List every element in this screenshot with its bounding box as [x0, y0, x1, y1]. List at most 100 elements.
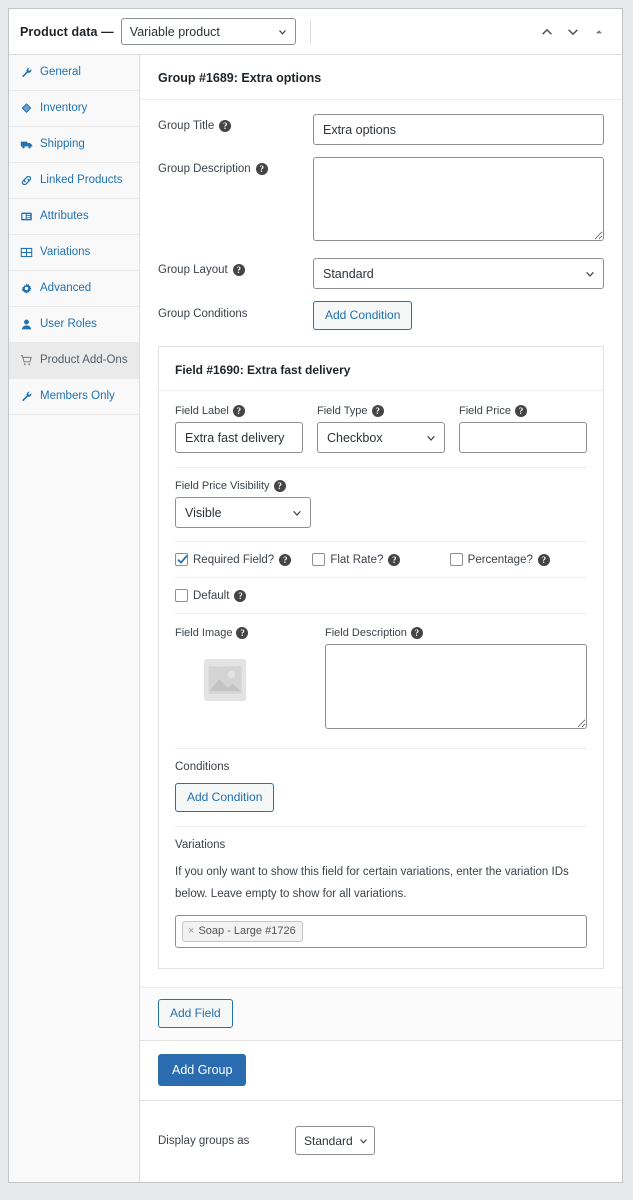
field-price-visibility-caption-wrap: Field Price Visibility ?	[175, 480, 311, 492]
required-field-checkbox-item[interactable]: Required Field? ?	[175, 553, 312, 566]
help-tip-icon[interactable]: ?	[514, 405, 527, 417]
cart-icon	[20, 355, 32, 366]
field-default-row: Default ?	[175, 578, 587, 614]
help-tip-icon[interactable]: ?	[236, 627, 249, 639]
remove-tag-icon[interactable]: ×	[188, 924, 194, 938]
field-description-col: Field Description ?	[325, 627, 587, 734]
default-checkbox[interactable]	[175, 589, 188, 602]
field-price-caption-wrap: Field Price ?	[459, 405, 587, 417]
sidebar-item-shipping[interactable]: Shipping	[9, 127, 139, 163]
sidebar-item-advanced[interactable]: Advanced	[9, 271, 139, 307]
sidebar-item-linked-products[interactable]: Linked Products	[9, 163, 139, 199]
group-conditions-label: Group Conditions	[158, 308, 248, 320]
percentage-checkbox[interactable]	[449, 553, 463, 566]
group-layout-select[interactable]: Standard	[313, 258, 604, 289]
sidebar-link-product-add-ons[interactable]: Product Add-Ons	[9, 343, 139, 378]
sidebar-link-members-only[interactable]: Members Only	[9, 379, 139, 414]
sidebar-link-attributes[interactable]: Attributes	[9, 199, 139, 234]
sidebar-item-label: Shipping	[40, 138, 85, 150]
help-tip-icon[interactable]: ?	[279, 553, 292, 566]
required-field-checkbox[interactable]	[175, 553, 188, 566]
group-title-row: Group Title ?	[158, 114, 604, 145]
sidebar-link-variations[interactable]: Variations	[9, 235, 139, 270]
sidebar-link-user-roles[interactable]: User Roles	[9, 307, 139, 342]
check-icon	[177, 555, 188, 564]
flat-rate-label: Flat Rate?	[330, 553, 384, 566]
help-tip-icon[interactable]: ?	[234, 589, 247, 602]
attributes-icon	[21, 212, 32, 221]
product-type-select[interactable]: Variable product	[120, 18, 296, 45]
sidebar-link-advanced[interactable]: Advanced	[9, 271, 139, 306]
help-tip-icon[interactable]: ?	[273, 480, 286, 492]
link-icon	[21, 175, 32, 186]
field-label-input[interactable]	[175, 422, 303, 453]
user-icon	[21, 319, 32, 330]
help-tip-icon[interactable]: ?	[255, 163, 268, 175]
sidebar-item-attributes[interactable]: Attributes	[9, 199, 139, 235]
sidebar-item-label: User Roles	[40, 318, 97, 330]
help-tip-icon[interactable]: ?	[371, 405, 384, 417]
help-tip-icon[interactable]: ?	[537, 553, 550, 566]
required-field-label: Required Field?	[193, 553, 275, 566]
page-title: Product data —	[20, 24, 114, 39]
field-description-textarea[interactable]	[325, 644, 587, 729]
field-add-condition-button[interactable]: Add Condition	[175, 783, 275, 812]
help-tip-icon[interactable]: ?	[219, 120, 232, 132]
help-tip-icon[interactable]: ?	[232, 264, 245, 276]
sidebar-item-product-add-ons[interactable]: Product Add-Ons	[9, 343, 139, 379]
help-tip-icon[interactable]: ?	[232, 405, 245, 417]
field-price-visibility-select[interactable]: Visible	[175, 497, 311, 528]
field-image-col: Field Image ?	[175, 627, 311, 734]
add-group-button[interactable]: Add Group	[158, 1054, 247, 1086]
sidebar-item-user-roles[interactable]: User Roles	[9, 307, 139, 343]
group-add-condition-button[interactable]: Add Condition	[313, 301, 413, 330]
sidebar-item-members-only[interactable]: Members Only	[9, 379, 139, 415]
truck-icon	[20, 141, 33, 149]
flat-rate-checkbox-item[interactable]: Flat Rate? ?	[312, 553, 449, 566]
group-description-textarea[interactable]	[313, 157, 604, 241]
product-data-tabs: General Inventory Shipping Linked Produc…	[9, 55, 140, 1182]
sidebar-link-linked-products[interactable]: Linked Products	[9, 163, 139, 198]
field-type-caption: Field Type	[317, 405, 368, 417]
field-type-select[interactable]: Checkbox	[317, 422, 445, 453]
variation-tag[interactable]: × Soap - Large #1726	[182, 921, 303, 942]
flat-rate-checkbox[interactable]	[312, 553, 326, 566]
add-group-bar: Add Group	[140, 1040, 622, 1100]
help-tip-icon[interactable]: ?	[410, 627, 423, 639]
field-conditions-section: Conditions Add Condition	[175, 749, 587, 827]
percentage-checkbox-item[interactable]: Percentage? ?	[449, 553, 587, 566]
help-tip-icon[interactable]: ?	[388, 553, 401, 566]
field-type-caption-wrap: Field Type ?	[317, 405, 445, 417]
sidebar-link-inventory[interactable]: Inventory	[9, 91, 139, 126]
field-description-caption: Field Description	[325, 627, 407, 639]
chevron-up-icon[interactable]	[540, 25, 554, 39]
field-price-caption: Field Price	[459, 405, 511, 417]
header-divider	[309, 19, 311, 44]
chevron-down-icon[interactable]	[566, 25, 580, 39]
field-variations-section: Variations If you only want to show this…	[175, 827, 587, 952]
sidebar-item-general[interactable]: General	[9, 55, 139, 91]
sidebar-item-label: General	[40, 66, 81, 78]
field-price-visibility-value: Visible	[185, 505, 222, 520]
variation-ids-input[interactable]: × Soap - Large #1726	[175, 915, 587, 948]
sidebar-link-general[interactable]: General	[9, 55, 139, 90]
field-price-input[interactable]	[459, 422, 587, 453]
sidebar-item-variations[interactable]: Variations	[9, 235, 139, 271]
group-layout-control: Standard	[313, 258, 604, 289]
grid-icon	[20, 247, 33, 258]
image-placeholder-icon[interactable]	[203, 658, 247, 702]
group-title-input[interactable]	[313, 114, 604, 145]
field-body: Field Label ? Field Type ?	[159, 391, 603, 968]
sidebar-item-inventory[interactable]: Inventory	[9, 91, 139, 127]
field-flags-row: Required Field? ? Flat Rate? ? Percentag…	[175, 542, 587, 578]
field-label-col: Field Label ?	[175, 405, 303, 453]
display-groups-bar: Display groups as Standard	[140, 1100, 622, 1182]
chevron-down-icon	[586, 271, 594, 277]
display-groups-select[interactable]: Standard	[295, 1126, 375, 1155]
default-checkbox-item[interactable]: Default ?	[175, 589, 319, 602]
field-image-caption: Field Image	[175, 627, 233, 639]
triangle-up-icon[interactable]	[592, 25, 606, 39]
sidebar-link-shipping[interactable]: Shipping	[9, 127, 139, 162]
add-field-button[interactable]: Add Field	[158, 999, 233, 1028]
sidebar-item-label: Product Add-Ons	[40, 354, 128, 366]
